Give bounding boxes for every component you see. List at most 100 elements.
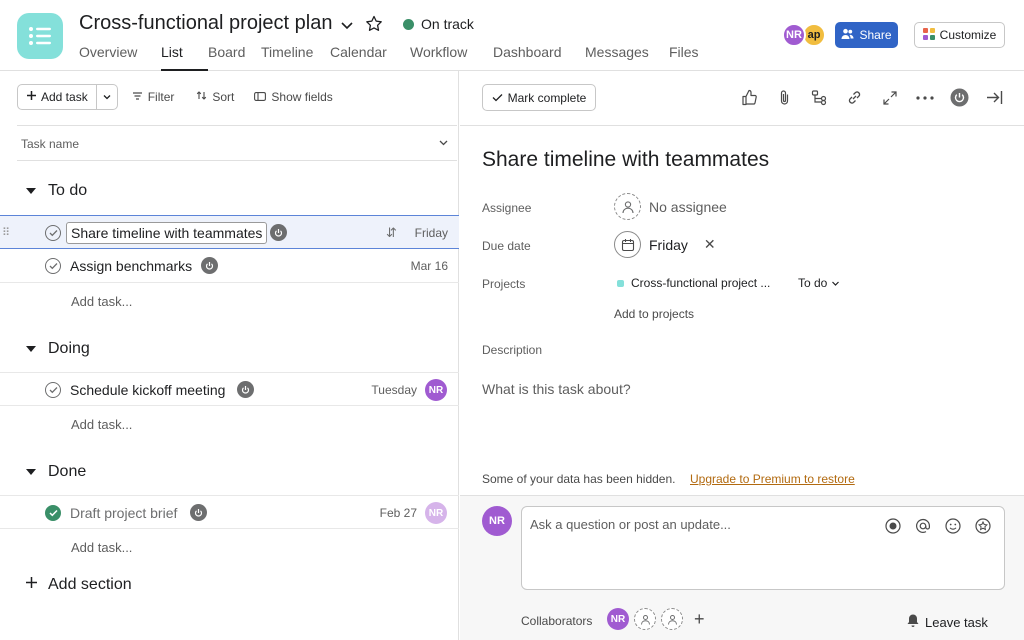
tab-timeline[interactable]: Timeline [261, 44, 330, 70]
due-date[interactable]: Friday [415, 226, 448, 240]
table-row[interactable]: Schedule kickoff meeting Tuesday NR [0, 372, 459, 406]
project-chip[interactable]: Cross-functional project ... [617, 276, 770, 290]
add-section-button[interactable]: Add section [25, 576, 132, 594]
status-badge[interactable]: On track [403, 16, 474, 32]
add-task-button[interactable]: Add task [17, 84, 97, 110]
mention-icon[interactable] [914, 517, 932, 535]
task-title[interactable]: Share timeline with teammates [482, 148, 769, 172]
subtask-clock-icon [201, 257, 218, 274]
task-name[interactable]: Share timeline with teammates [66, 222, 268, 244]
assignee-field[interactable]: No assignee [614, 193, 727, 220]
filter-label: Filter [147, 90, 175, 104]
task-name[interactable]: Assign benchmarks [70, 258, 192, 274]
fields-icon [254, 90, 267, 104]
sort-label: Sort [212, 90, 235, 104]
empty-collaborator-icon[interactable] [634, 608, 656, 630]
section-header[interactable]: Doing [26, 340, 90, 358]
power-icon[interactable] [950, 88, 969, 107]
people-icon [841, 28, 854, 43]
project-list-icon[interactable] [17, 13, 63, 59]
comment-placeholder: Ask a question or post an update... [530, 517, 731, 532]
star-badge-icon[interactable] [974, 517, 992, 535]
project-title[interactable]: Cross-functional project plan [79, 12, 332, 35]
record-icon[interactable] [884, 517, 902, 535]
show-fields-button[interactable]: Show fields [254, 90, 333, 104]
checkmark-icon[interactable] [45, 225, 61, 241]
add-task-inline[interactable]: Add task... [71, 417, 132, 432]
tab-workflow[interactable]: Workflow [410, 44, 493, 70]
status-label: On track [421, 16, 474, 32]
project-section-select[interactable]: To do [798, 276, 840, 290]
description-input[interactable]: What is this task about? [482, 381, 631, 397]
upgrade-link[interactable]: Upgrade to Premium to restore [690, 472, 855, 486]
table-row[interactable]: ⠿ Share timeline with teammates ⇵ Friday [0, 215, 459, 249]
due-date[interactable]: Tuesday [371, 383, 417, 397]
table-row[interactable]: Assign benchmarks Mar 16 [0, 249, 459, 283]
thumbs-up-icon[interactable] [740, 88, 759, 107]
task-name[interactable]: Schedule kickoff meeting [70, 382, 225, 398]
close-panel-icon[interactable] [985, 88, 1004, 107]
checkmark-icon[interactable] [45, 505, 61, 521]
project-name: Cross-functional project ... [631, 276, 771, 290]
calendar-icon [614, 231, 641, 258]
add-task-inline[interactable]: Add task... [71, 540, 132, 555]
collapse-triangle-icon[interactable] [26, 469, 36, 475]
avatar[interactable]: NR [425, 502, 447, 524]
plus-icon [25, 576, 38, 594]
collapse-triangle-icon[interactable] [26, 188, 36, 194]
empty-collaborator-icon[interactable] [661, 608, 683, 630]
filter-button[interactable]: Filter [132, 90, 175, 104]
subtask-clock-icon [270, 224, 287, 241]
expand-icon[interactable] [880, 88, 899, 107]
clear-due-date-icon[interactable]: ✕ [704, 236, 716, 253]
drag-handle-icon[interactable]: ⠿ [2, 226, 10, 239]
tab-messages[interactable]: Messages [585, 44, 669, 70]
due-date-field[interactable]: Friday ✕ [614, 231, 716, 258]
avatar[interactable]: NR [425, 379, 447, 401]
checkmark-icon[interactable] [45, 258, 61, 274]
task-name[interactable]: Draft project brief [70, 505, 177, 521]
tab-files[interactable]: Files [669, 44, 709, 70]
chevron-down-icon[interactable] [338, 16, 356, 34]
customize-button[interactable]: Customize [914, 22, 1005, 48]
comment-input[interactable]: Ask a question or post an update... [521, 506, 1005, 590]
mark-complete-button[interactable]: Mark complete [482, 84, 596, 111]
share-button[interactable]: Share [835, 22, 898, 48]
section-header[interactable]: Done [26, 463, 86, 481]
add-task-inline[interactable]: Add task... [71, 294, 132, 309]
leave-task-button[interactable]: Leave task [906, 613, 988, 631]
section-header[interactable]: To do [26, 182, 87, 200]
sort-button[interactable]: Sort [196, 90, 234, 104]
plus-icon [26, 90, 37, 104]
subtask-clock-icon [237, 381, 254, 398]
checkmark-icon[interactable] [45, 382, 61, 398]
more-options-icon[interactable] [915, 88, 934, 107]
avatar[interactable]: NR [607, 608, 629, 630]
link-icon[interactable] [845, 88, 864, 107]
due-date[interactable]: Mar 16 [411, 259, 448, 273]
paperclip-icon[interactable] [775, 88, 794, 107]
section-name: Done [48, 463, 87, 480]
emoji-icon[interactable] [944, 517, 962, 535]
leave-task-label: Leave task [925, 614, 988, 630]
table-row[interactable]: Draft project brief Feb 27 NR [0, 495, 459, 529]
add-collaborator-icon[interactable]: + [694, 609, 705, 630]
filter-icon [132, 90, 143, 104]
reorder-arrows-icon[interactable]: ⇵ [386, 225, 397, 241]
add-task-dropdown[interactable] [96, 84, 118, 110]
tab-calendar[interactable]: Calendar [330, 44, 410, 70]
collapse-triangle-icon[interactable] [26, 346, 36, 352]
column-header[interactable]: Task name [17, 125, 457, 161]
add-to-projects-link[interactable]: Add to projects [614, 307, 694, 321]
star-icon[interactable] [364, 14, 384, 34]
tab-list[interactable]: List [161, 44, 208, 71]
due-date[interactable]: Feb 27 [380, 506, 417, 520]
chevron-down-icon[interactable] [438, 137, 449, 151]
tab-dashboard[interactable]: Dashboard [493, 44, 585, 70]
add-task-label: Add task [41, 90, 88, 104]
tab-overview[interactable]: Overview [79, 44, 161, 70]
tab-board[interactable]: Board [208, 44, 261, 70]
avatar[interactable]: NR [782, 23, 806, 47]
subtasks-icon[interactable] [810, 88, 829, 107]
task-detail-pane: Mark complete Share timeline with teamma… [460, 71, 1024, 640]
